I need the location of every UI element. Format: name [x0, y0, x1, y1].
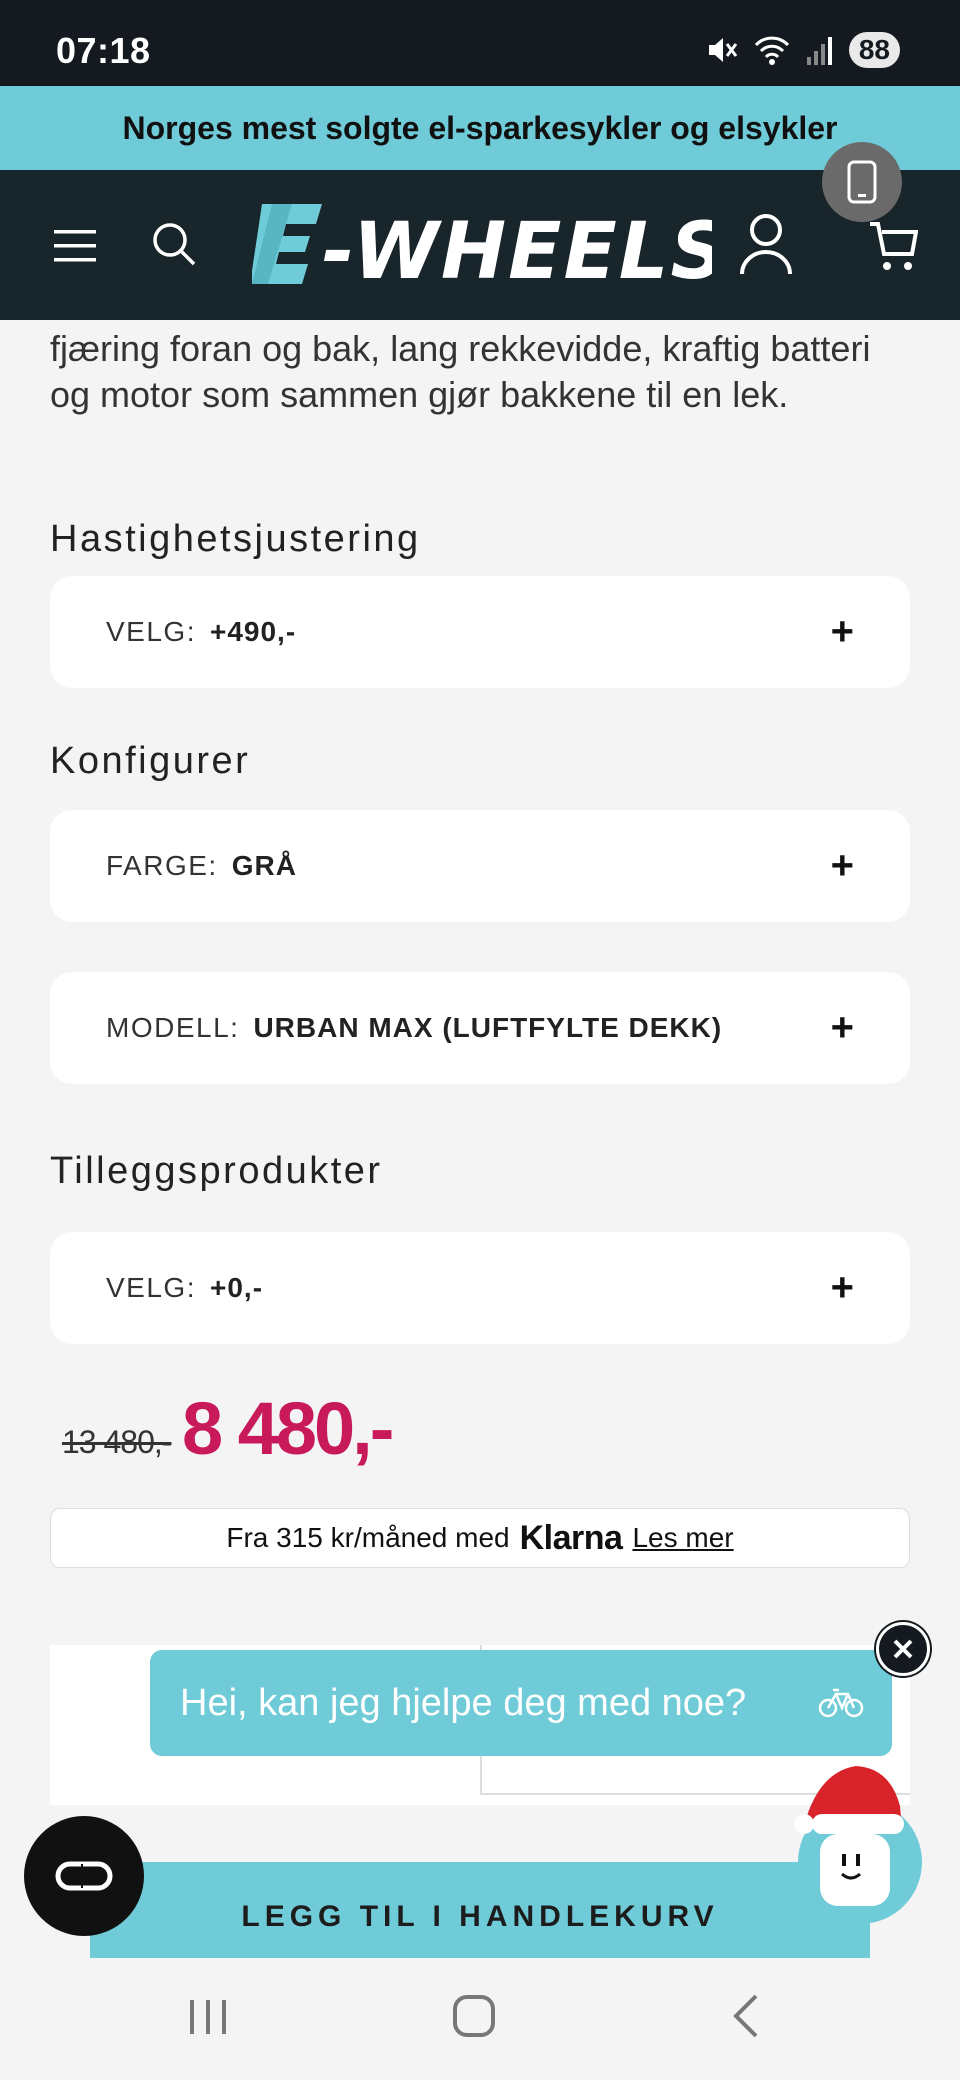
speed-option-label: VELG: — [106, 616, 196, 647]
chat-message: Hei, kan jeg hjelpe deg med noe? — [180, 1681, 747, 1724]
close-icon — [893, 1639, 913, 1659]
addons-option-label: VELG: — [106, 1272, 196, 1303]
search-icon[interactable] — [150, 220, 198, 268]
status-icons: 88 — [705, 30, 900, 70]
expand-plus-icon: + — [830, 1265, 854, 1310]
speed-option-selector[interactable]: VELG: +490,- + — [50, 576, 910, 688]
link-icon — [55, 1861, 113, 1891]
chat-bubble[interactable]: Hei, kan jeg hjelpe deg med noe? — [150, 1650, 892, 1756]
promo-banner: Norges mest solgte el-sparkesykler og el… — [0, 86, 960, 170]
speed-heading: Hastighetsjustering — [50, 518, 421, 560]
expand-plus-icon: + — [830, 609, 854, 654]
wifi-icon — [754, 36, 789, 65]
model-option-label: MODELL: — [106, 1012, 240, 1043]
phone-icon — [847, 160, 877, 204]
recent-apps-icon[interactable] — [186, 1994, 230, 2038]
klarna-logo: Klarna — [519, 1518, 623, 1557]
color-option-selector[interactable]: FARGE: GRÅ + — [50, 810, 910, 922]
color-option-value: GRÅ — [231, 850, 297, 881]
system-nav-bar — [0, 1958, 960, 2080]
addons-option-selector[interactable]: VELG: +0,- + — [50, 1232, 910, 1344]
add-to-cart-button[interactable]: LEGG TIL I HANDLEKURV — [90, 1862, 870, 1958]
promo-text: Norges mest solgte el-sparkesykler og el… — [122, 109, 838, 146]
sale-price: 8 480,- — [182, 1387, 394, 1470]
klarna-text: Fra 315 kr/måned med — [226, 1522, 510, 1553]
model-option-selector[interactable]: MODELL: URBAN MAX (LUFTFYLTE DEKK) + — [50, 972, 910, 1084]
bicycle-icon — [818, 1688, 864, 1718]
back-icon[interactable] — [726, 1994, 770, 2038]
site-header: -WHEELS — [0, 170, 960, 320]
addons-option-value: +0,- — [209, 1272, 264, 1303]
chat-close-button[interactable] — [876, 1622, 930, 1676]
account-icon[interactable] — [738, 212, 794, 276]
mute-icon — [708, 38, 738, 62]
accessibility-button[interactable] — [24, 1816, 144, 1936]
klarna-financing-box: Fra 315 kr/måned med Klarna Les mer — [50, 1508, 910, 1568]
chat-face-icon — [820, 1834, 890, 1906]
svg-text:-WHEELS: -WHEELS — [322, 207, 712, 292]
speed-option-value: +490,- — [209, 616, 297, 647]
klarna-read-more-link[interactable]: Les mer — [632, 1522, 733, 1554]
device-preview-badge[interactable] — [822, 142, 902, 222]
expand-plus-icon: + — [830, 1005, 854, 1050]
expand-plus-icon: + — [830, 843, 854, 888]
battery-indicator: 88 — [848, 32, 900, 68]
chat-avatar-button[interactable] — [794, 1766, 922, 1924]
addons-heading: Tilleggsprodukter — [50, 1150, 383, 1192]
home-icon[interactable] — [452, 1994, 496, 2038]
status-time: 07:18 — [56, 30, 151, 71]
e-wheels-logo[interactable]: -WHEELS — [252, 196, 712, 292]
status-bar: 07:18 88 — [0, 0, 960, 86]
product-description: fjæring foran og bak, lang rekkevidde, k… — [50, 328, 871, 415]
original-price: 13 480,- — [62, 1424, 172, 1460]
model-option-value: URBAN MAX (LUFTFYLTE DEKK) — [253, 1012, 723, 1043]
configure-heading: Konfigurer — [50, 740, 251, 782]
menu-icon[interactable] — [52, 226, 98, 266]
cart-icon[interactable] — [868, 218, 918, 274]
color-option-label: FARGE: — [106, 850, 218, 881]
signal-icon — [806, 37, 832, 65]
